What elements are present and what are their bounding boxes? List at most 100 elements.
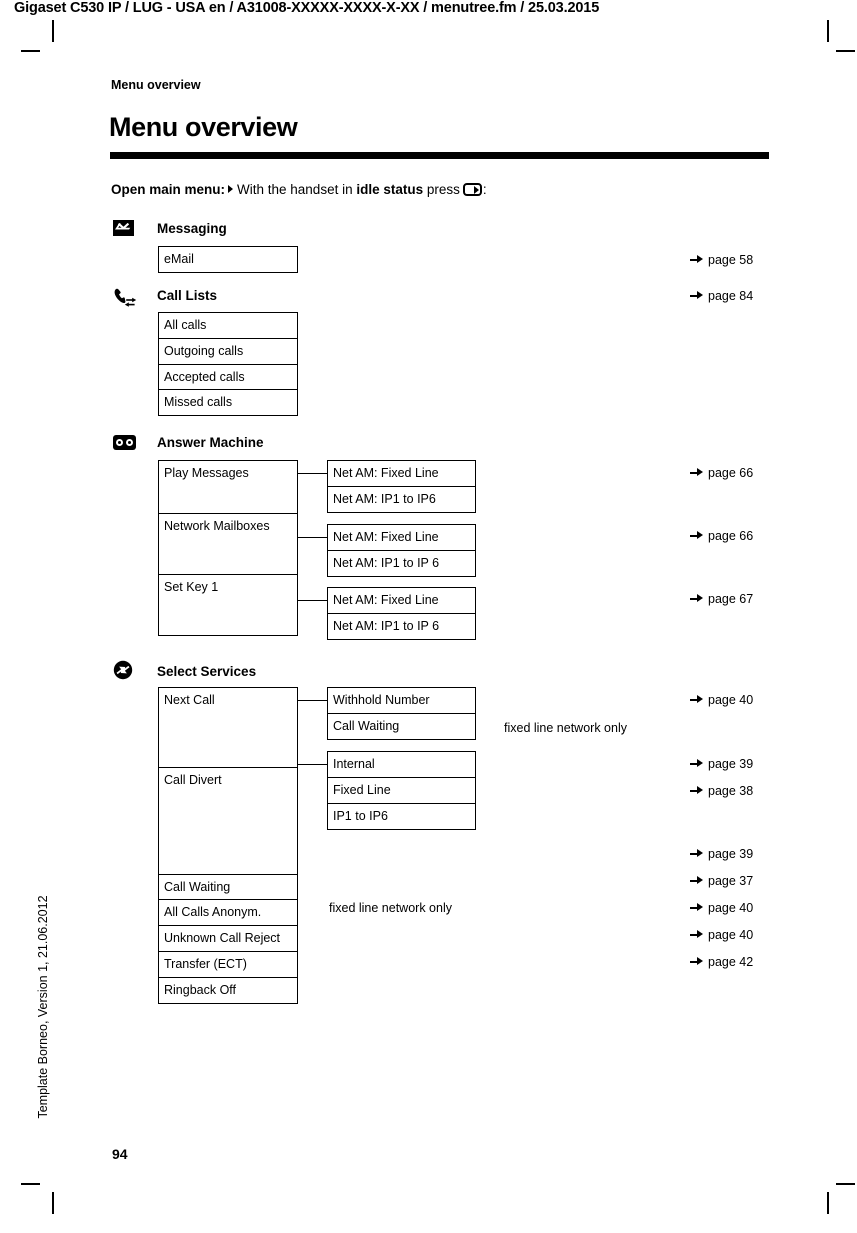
page-reference[interactable]: page 37 [690, 874, 753, 888]
call-list-icon [113, 288, 137, 307]
note-fixed-line-only: fixed line network only [329, 901, 452, 915]
page-reference-label: page 67 [708, 592, 754, 606]
menu-item[interactable]: Internal [327, 751, 476, 778]
intro-lead-label: Open main menu: [111, 182, 226, 197]
page-reference[interactable]: page 39 [690, 757, 753, 771]
arrow-right-icon [690, 786, 703, 795]
menu-item[interactable]: Withhold Number [327, 687, 476, 714]
page-reference[interactable]: page 38 [690, 784, 753, 798]
intro-text-before: With the handset in [237, 182, 353, 197]
arrow-right-icon [690, 594, 703, 603]
page-reference-label: page 37 [708, 874, 754, 888]
menu-column-2: Withhold Number Call Waiting [327, 687, 476, 740]
crop-mark-bottom-left-horizontal [21, 1183, 40, 1185]
menu-item[interactable]: eMail [158, 246, 298, 273]
tree-connector [298, 700, 327, 702]
page-reference-label: page 39 [708, 847, 754, 861]
page-reference[interactable]: page 66 [690, 529, 753, 543]
menu-item[interactable]: Call Waiting [158, 873, 298, 901]
menu-item[interactable]: Net AM: Fixed Line [327, 587, 476, 614]
page-reference-label: page 42 [708, 955, 754, 969]
page-reference-label: page 84 [708, 289, 754, 303]
crop-mark-top-right-horizontal [836, 50, 855, 52]
crop-mark-top-left-vertical [52, 20, 54, 42]
menu-item[interactable]: Net AM: Fixed Line [327, 460, 476, 487]
page-reference[interactable]: page 67 [690, 592, 753, 606]
page-reference-label: page 66 [708, 529, 754, 543]
crop-mark-bottom-right-horizontal [836, 1183, 855, 1185]
menu-item[interactable]: Missed calls [158, 389, 298, 417]
menu-item[interactable]: Network Mailboxes [158, 512, 298, 575]
menu-column-1: eMail [158, 246, 298, 273]
menu-item[interactable]: All Calls Anonym. [158, 899, 298, 927]
intro-idle-status-label: idle status [356, 182, 424, 197]
page-reference[interactable]: page 84 [690, 289, 753, 303]
running-head: Gigaset C530 IP / LUG - USA en / A31008-… [14, 0, 600, 16]
menu-item[interactable]: IP1 to IP6 [327, 802, 476, 830]
menu-item[interactable]: All calls [158, 312, 298, 339]
menu-item[interactable]: Fixed Line [327, 776, 476, 804]
page-reference[interactable]: page 39 [690, 847, 753, 861]
menu-item[interactable]: Call Divert [158, 766, 298, 875]
crop-mark-top-left-horizontal [21, 50, 40, 52]
page-reference[interactable]: page 40 [690, 928, 753, 942]
menu-column-2: Net AM: Fixed Line Net AM: IP1 to IP6 [327, 460, 476, 513]
menu-item[interactable]: Ringback Off [158, 976, 298, 1004]
page-reference[interactable]: page 42 [690, 955, 753, 969]
envelope-icon [113, 220, 135, 239]
menu-item[interactable]: Unknown Call Reject [158, 925, 298, 953]
menu-item[interactable]: Call Waiting [327, 712, 476, 740]
tape-reel-right-icon [126, 438, 133, 446]
page-reference-label: page 58 [708, 253, 754, 267]
tree-connector [298, 473, 327, 475]
arrow-right-icon [690, 759, 703, 768]
menu-group-title[interactable]: Messaging [157, 221, 227, 236]
note-fixed-line-only: fixed line network only [504, 721, 627, 735]
crop-mark-top-right-vertical [827, 20, 829, 42]
arrow-right-icon [690, 957, 703, 966]
envelope-chevron-icon [118, 223, 129, 229]
page-reference-label: page 38 [708, 784, 754, 798]
crop-mark-bottom-right-vertical [827, 1192, 829, 1214]
menu-item[interactable]: Net AM: IP1 to IP 6 [327, 549, 476, 577]
page-reference-label: page 40 [708, 928, 754, 942]
intro-colon: : [482, 182, 487, 197]
triangle-right-icon [228, 185, 234, 193]
arrow-right-icon [690, 876, 703, 885]
page-reference[interactable]: page 58 [690, 253, 753, 267]
menu-item[interactable]: Net AM: IP1 to IP6 [327, 485, 476, 513]
menu-item[interactable]: Next Call [158, 687, 298, 768]
page-number: 94 [112, 1146, 128, 1162]
arrow-right-icon [690, 930, 703, 939]
arrow-right-icon [690, 903, 703, 912]
page-reference[interactable]: page 40 [690, 901, 753, 915]
arrow-right-icon [690, 849, 703, 858]
page-reference-label: page 66 [708, 466, 754, 480]
menu-group-title[interactable]: Answer Machine [157, 435, 264, 450]
menu-item[interactable]: Set Key 1 [158, 573, 298, 636]
answer-machine-icon [113, 435, 136, 454]
page-reference[interactable]: page 66 [690, 466, 753, 480]
menu-item[interactable]: Outgoing calls [158, 337, 298, 365]
menu-item[interactable]: Net AM: IP1 to IP 6 [327, 612, 476, 640]
menu-column-1: All calls Outgoing calls Accepted calls … [158, 312, 298, 417]
open-main-menu-instruction: Open main menu: With the handset in idle … [111, 181, 487, 199]
arrow-right-icon [690, 255, 703, 264]
menu-column-2: Net AM: Fixed Line Net AM: IP1 to IP 6 [327, 524, 476, 577]
page-reference-label: page 40 [708, 693, 754, 707]
menu-column-2: Net AM: Fixed Line Net AM: IP1 to IP 6 [327, 587, 476, 640]
display-key-icon [462, 183, 482, 196]
menu-group-title[interactable]: Select Services [157, 664, 256, 679]
menu-column-1: Next Call Call Divert Call Waiting All C… [158, 687, 298, 1004]
menu-item[interactable]: Accepted calls [158, 363, 298, 391]
menu-group-title[interactable]: Call Lists [157, 288, 217, 303]
tree-connector [298, 537, 327, 539]
menu-item[interactable]: Net AM: Fixed Line [327, 524, 476, 551]
arrow-right-icon [690, 291, 703, 300]
tree-connector [298, 600, 327, 602]
arrow-right-icon [690, 531, 703, 540]
menu-item[interactable]: Play Messages [158, 460, 298, 514]
page-title: Menu overview [109, 112, 298, 142]
menu-item[interactable]: Transfer (ECT) [158, 951, 298, 979]
page-reference[interactable]: page 40 [690, 693, 753, 707]
